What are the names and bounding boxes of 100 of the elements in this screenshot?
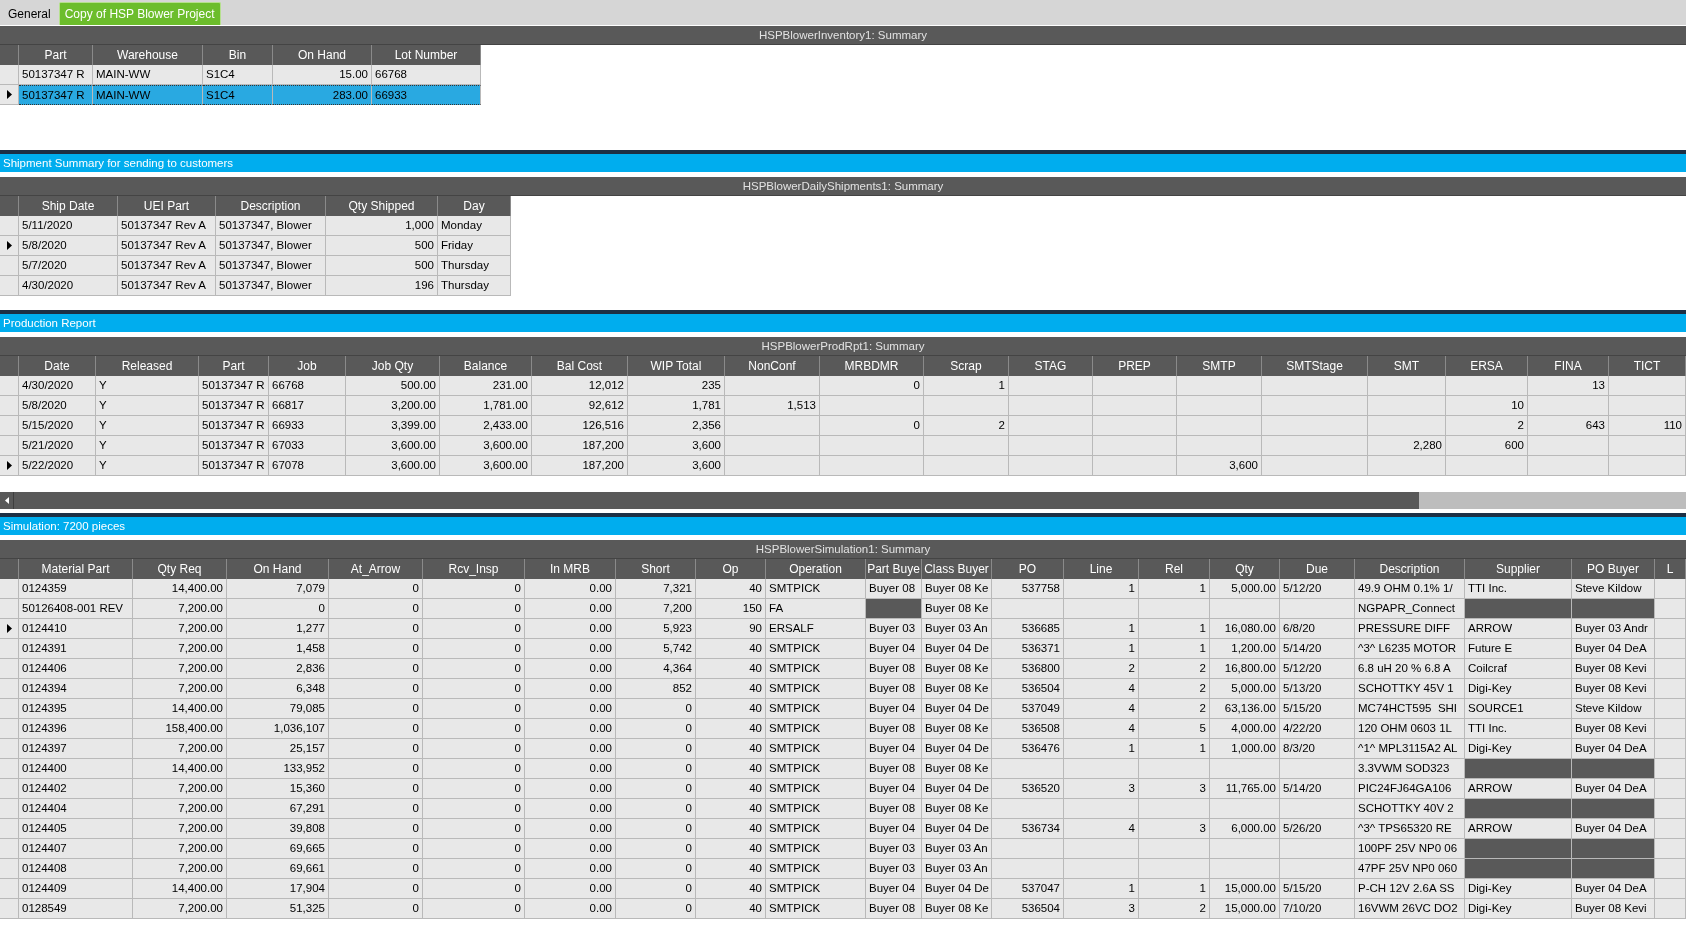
column-header[interactable]: L xyxy=(1655,559,1686,579)
table-cell: 0 xyxy=(423,719,525,739)
column-header[interactable]: Job xyxy=(269,356,346,376)
column-header[interactable]: Line xyxy=(1064,559,1139,579)
column-header[interactable]: TICT xyxy=(1609,356,1686,376)
column-header[interactable]: Supplier xyxy=(1465,559,1572,579)
table-cell: 4,000.00 xyxy=(1210,719,1280,739)
table-cell: 0 xyxy=(329,799,423,819)
column-header[interactable]: Qty Shipped xyxy=(326,196,438,216)
scroll-left-button[interactable] xyxy=(0,492,14,509)
column-header[interactable]: In MRB xyxy=(525,559,616,579)
table-cell: S1C4 xyxy=(203,65,273,85)
table-cell: Buyer 08 xyxy=(866,679,922,699)
table-cell: 7,200 xyxy=(616,599,696,619)
table-cell: 3 xyxy=(1139,779,1210,799)
column-header[interactable]: Op xyxy=(696,559,766,579)
table-cell: 3,600.00 xyxy=(440,456,532,476)
column-header[interactable]: SMTStage xyxy=(1262,356,1368,376)
table-cell: 0.00 xyxy=(525,759,616,779)
column-header[interactable]: Short xyxy=(616,559,696,579)
table-cell: 40 xyxy=(696,579,766,599)
table-cell xyxy=(1655,839,1686,859)
column-header[interactable]: Description xyxy=(216,196,326,216)
column-header[interactable]: Operation xyxy=(766,559,866,579)
table-cell: 0124396 xyxy=(19,719,133,739)
column-header[interactable]: PREP xyxy=(1093,356,1177,376)
table-cell: Buyer 08 Kevi xyxy=(1572,659,1655,679)
column-header[interactable]: Job Qty xyxy=(346,356,440,376)
column-header[interactable]: FINA xyxy=(1528,356,1609,376)
column-header[interactable]: Ship Date xyxy=(19,196,118,216)
table-cell xyxy=(1655,899,1686,919)
column-header[interactable]: Released xyxy=(96,356,199,376)
column-header[interactable]: PO Buyer xyxy=(1572,559,1655,579)
row-selector[interactable] xyxy=(0,456,19,476)
column-header[interactable]: Balance xyxy=(440,356,532,376)
table-cell: Buyer 04 De xyxy=(922,639,992,659)
column-header[interactable]: Description xyxy=(1355,559,1465,579)
table-cell: 0128549 xyxy=(19,899,133,919)
column-header[interactable]: WIP Total xyxy=(628,356,725,376)
table-cell: Buyer 03 xyxy=(866,859,922,879)
table-cell: 13 xyxy=(1528,376,1609,396)
column-header[interactable]: Qty xyxy=(1210,559,1280,579)
table-cell: 67033 xyxy=(269,436,346,456)
column-header[interactable]: Date xyxy=(19,356,96,376)
column-header[interactable]: Part xyxy=(199,356,269,376)
column-header[interactable]: PO xyxy=(992,559,1064,579)
column-header[interactable]: Qty Req xyxy=(133,559,227,579)
column-header[interactable]: MRBDMR xyxy=(820,356,924,376)
table-cell: SCHOTTKY 45V 1 xyxy=(1355,679,1465,699)
table-cell: SMTPICK xyxy=(766,699,866,719)
table-cell: 1 xyxy=(1064,879,1139,899)
row-selector[interactable] xyxy=(0,236,19,256)
table-cell: 0 xyxy=(329,779,423,799)
column-header[interactable]: SMTP xyxy=(1177,356,1262,376)
table-cell: 0.00 xyxy=(525,619,616,639)
column-header[interactable]: Rel xyxy=(1139,559,1210,579)
column-header[interactable]: Scrap xyxy=(924,356,1009,376)
table-cell: TTI Inc. xyxy=(1465,579,1572,599)
table-cell: 66817 xyxy=(269,396,346,416)
table-cell: 5/26/20 xyxy=(1280,819,1355,839)
table-cell: 5,000.00 xyxy=(1210,579,1280,599)
table-cell: 1 xyxy=(924,376,1009,396)
scroll-thumb[interactable] xyxy=(14,492,1419,509)
column-header[interactable]: Material Part xyxy=(19,559,133,579)
table-cell: 7,200.00 xyxy=(133,679,227,699)
column-header[interactable]: Part xyxy=(19,45,93,65)
column-header[interactable]: At_Arrow xyxy=(329,559,423,579)
row-pointer-icon xyxy=(6,241,12,250)
row-selector[interactable] xyxy=(0,619,19,639)
column-header[interactable]: Warehouse xyxy=(93,45,203,65)
column-header[interactable]: NonConf xyxy=(725,356,820,376)
column-header[interactable]: On Hand xyxy=(227,559,329,579)
column-header[interactable]: Rcv_Insp xyxy=(423,559,525,579)
table-cell: 1 xyxy=(1139,579,1210,599)
table-cell: 0 xyxy=(329,739,423,759)
column-header[interactable]: Day xyxy=(438,196,511,216)
column-header[interactable]: STAG xyxy=(1009,356,1093,376)
row-selector[interactable] xyxy=(0,85,19,105)
table-cell: Buyer 04 DeA xyxy=(1572,879,1655,899)
table-cell: 66768 xyxy=(269,376,346,396)
table-cell: Steve Kildow xyxy=(1572,579,1655,599)
section-heading: Simulation: 7200 pieces xyxy=(0,517,1686,535)
tab[interactable]: General xyxy=(2,2,57,25)
column-header[interactable]: Bal Cost xyxy=(532,356,628,376)
table-cell: 50126408-001 REV xyxy=(19,599,133,619)
column-header[interactable]: SMT xyxy=(1368,356,1446,376)
horizontal-scrollbar[interactable] xyxy=(0,492,1686,509)
column-header[interactable]: ERSA xyxy=(1446,356,1528,376)
table-cell: 100PF 25V NP0 06 xyxy=(1355,839,1465,859)
column-header[interactable]: Lot Number xyxy=(372,45,481,65)
column-header[interactable]: On Hand xyxy=(273,45,372,65)
table-cell: 50137347 Rev A xyxy=(118,276,216,296)
column-header[interactable]: Part Buye xyxy=(866,559,922,579)
column-header[interactable]: Bin xyxy=(203,45,273,65)
table-cell: 0 xyxy=(329,599,423,619)
table-cell: 3,600.00 xyxy=(346,456,440,476)
column-header[interactable]: Class Buyer xyxy=(922,559,992,579)
column-header[interactable]: Due xyxy=(1280,559,1355,579)
table-cell xyxy=(1655,779,1686,799)
column-header[interactable]: UEI Part xyxy=(118,196,216,216)
